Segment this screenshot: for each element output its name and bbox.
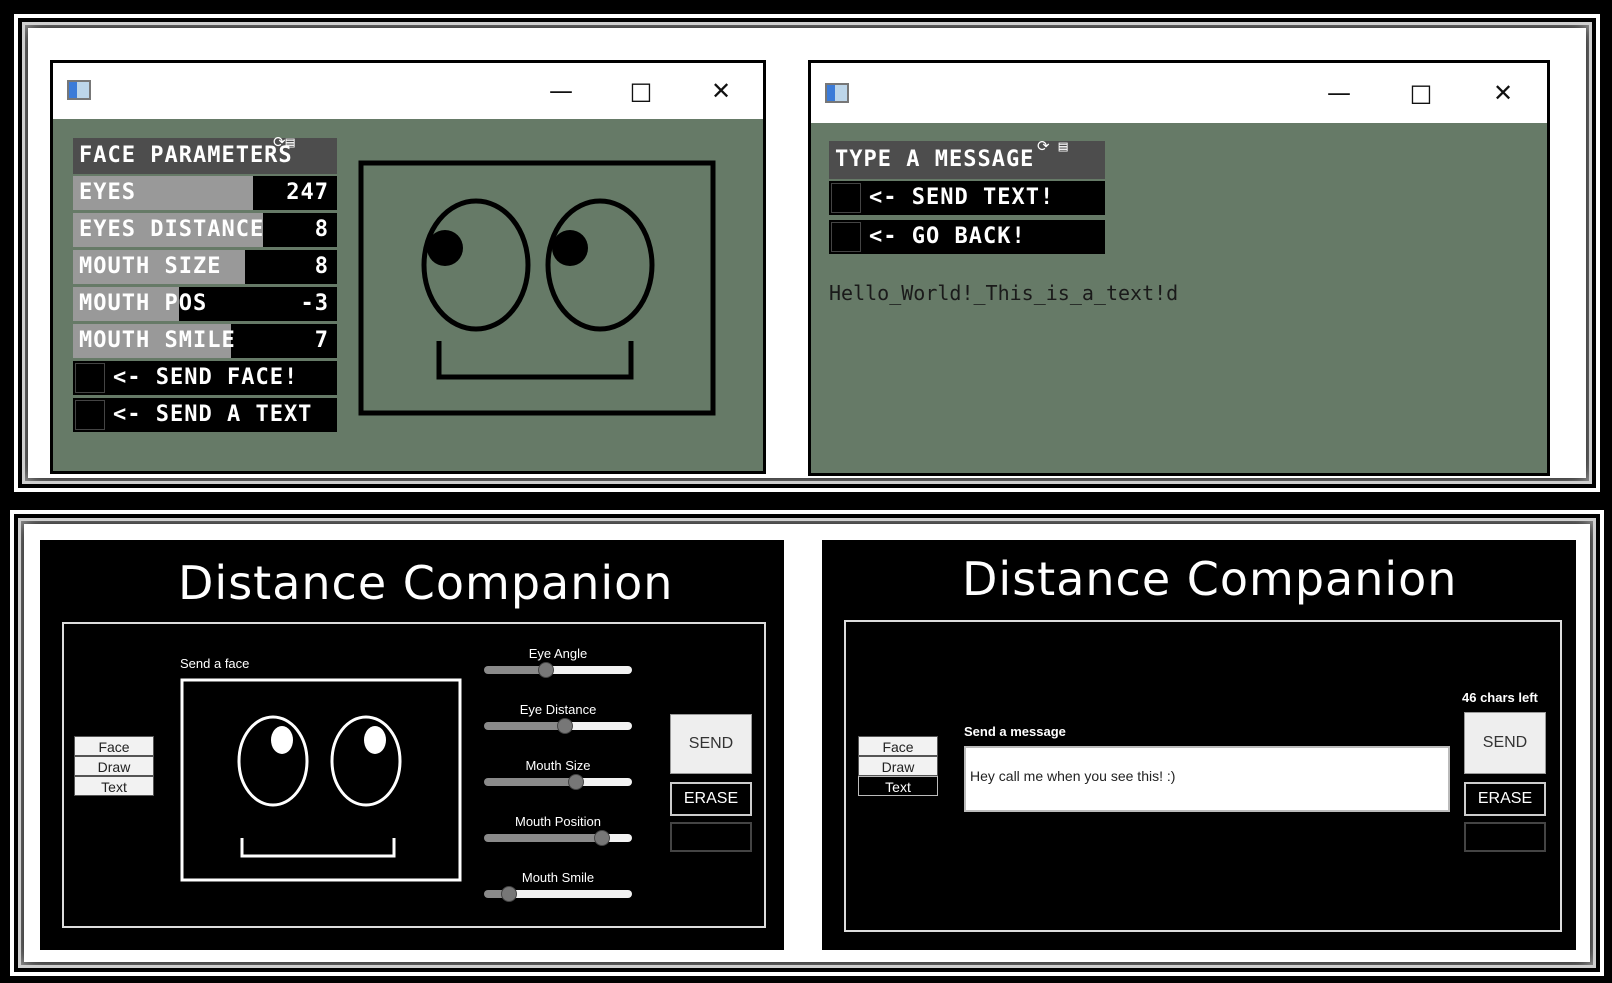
button-label: <- SEND FACE!: [113, 365, 299, 390]
slider-label: Eye Angle: [528, 646, 588, 661]
tab-text[interactable]: Text: [74, 776, 154, 796]
message-input[interactable]: Hey call me when you see this! :): [964, 746, 1450, 812]
app-icon: [67, 80, 91, 100]
panel-title: FACE PARAMETERS: [73, 138, 337, 174]
slider-value: 8: [314, 254, 329, 279]
titlebar: — □ ✕: [53, 63, 763, 119]
message-text: Hello_World!_This_is_a_text!d: [829, 281, 1179, 305]
send-button[interactable]: SEND: [670, 714, 752, 774]
mouth-smile-slider[interactable]: [484, 886, 632, 902]
chars-left-counter: 46 chars left: [1462, 690, 1538, 705]
slider-label: Mouth Smile: [521, 870, 595, 885]
app-icon: [825, 83, 849, 103]
canvas-label: Send a face: [180, 656, 250, 671]
tab-text[interactable]: Text: [858, 776, 938, 796]
mode-tabs: Face Draw Text: [74, 736, 154, 796]
go-back-button[interactable]: <- GO BACK!: [829, 220, 1105, 254]
send-button[interactable]: SEND: [1464, 712, 1546, 774]
titlebar: — □ ✕: [811, 63, 1547, 123]
maximize-button[interactable]: □: [1401, 75, 1441, 111]
button-label: <- GO BACK!: [869, 224, 1026, 249]
tab-draw[interactable]: Draw: [858, 756, 938, 776]
maximize-button[interactable]: □: [621, 73, 661, 109]
app-title: Distance Companion: [178, 556, 674, 610]
close-button[interactable]: ✕: [701, 73, 741, 109]
tab-face[interactable]: Face: [74, 736, 154, 756]
face-preview: [358, 160, 716, 416]
button-label: <- SEND TEXT!: [869, 185, 1055, 210]
slider-label: EYES DISTANCE: [79, 217, 265, 242]
slider-value: 7: [314, 328, 329, 353]
send-a-text-button[interactable]: <- SEND A TEXT: [73, 398, 337, 432]
slider-mouth-pos[interactable]: MOUTH POS -3: [73, 287, 337, 321]
eye-distance-slider[interactable]: [484, 718, 632, 734]
slider-value: 247: [286, 180, 329, 205]
dc-text-panel: Distance Companion Face Draw Text 46 cha…: [822, 540, 1576, 950]
slider-label: MOUTH SIZE: [79, 254, 222, 279]
panel-refresh-save-icon[interactable]: ⟳ ▤: [1037, 137, 1068, 155]
checkbox[interactable]: [75, 363, 105, 393]
app-title: Distance Companion: [962, 552, 1458, 606]
message-label: Send a message: [964, 724, 1066, 739]
eye-angle-slider[interactable]: [484, 662, 632, 678]
slider-value: -3: [300, 291, 329, 316]
mouth-position-slider[interactable]: [484, 830, 632, 846]
slider-label: EYES: [79, 180, 136, 205]
button-label: <- SEND A TEXT: [113, 402, 313, 427]
tab-face[interactable]: Face: [858, 736, 938, 756]
empty-button[interactable]: [1464, 822, 1546, 852]
slider-mouth-size[interactable]: MOUTH SIZE 8: [73, 250, 337, 284]
erase-button[interactable]: ERASE: [670, 782, 752, 816]
empty-button[interactable]: [670, 822, 752, 852]
slider-label: Eye Distance: [519, 702, 597, 717]
slider-label: MOUTH POS: [79, 291, 208, 316]
close-button[interactable]: ✕: [1483, 75, 1523, 111]
minimize-button[interactable]: —: [1319, 75, 1359, 111]
tab-draw[interactable]: Draw: [74, 756, 154, 776]
slider-knob[interactable]: [567, 774, 584, 790]
slider-label: Mouth Size: [525, 758, 591, 773]
slider-eyes-distance[interactable]: EYES DISTANCE 8: [73, 213, 337, 247]
send-face-button[interactable]: <- SEND FACE!: [73, 361, 337, 395]
erase-button[interactable]: ERASE: [1464, 782, 1546, 816]
checkbox[interactable]: [75, 400, 105, 430]
checkbox[interactable]: [831, 183, 861, 213]
slider-mouth-smile[interactable]: MOUTH SMILE 7: [73, 324, 337, 358]
mode-tabs: Face Draw Text: [858, 736, 938, 796]
slider-label: Mouth Position: [515, 814, 601, 829]
mouth-size-slider[interactable]: [484, 774, 632, 790]
type-message-window: — □ ✕ TYPE A MESSAGE ⟳ ▤ <- SEND TEXT! <…: [808, 60, 1550, 476]
dc-face-panel: Distance Companion Face Draw Text Send a…: [40, 540, 784, 950]
panel-refresh-save-icon[interactable]: ⟳▤: [273, 133, 295, 151]
checkbox[interactable]: [831, 222, 861, 252]
face-canvas[interactable]: [180, 678, 462, 884]
send-text-button[interactable]: <- SEND TEXT!: [829, 181, 1105, 215]
slider-eyes[interactable]: EYES 247: [73, 176, 337, 210]
face-parameters-window: — □ ✕ FACE PARAMETERS ⟳▤ EYES 247 EYES D…: [50, 60, 766, 474]
minimize-button[interactable]: —: [541, 73, 581, 109]
slider-value: 8: [314, 217, 329, 242]
slider-label: MOUTH SMILE: [79, 328, 236, 353]
